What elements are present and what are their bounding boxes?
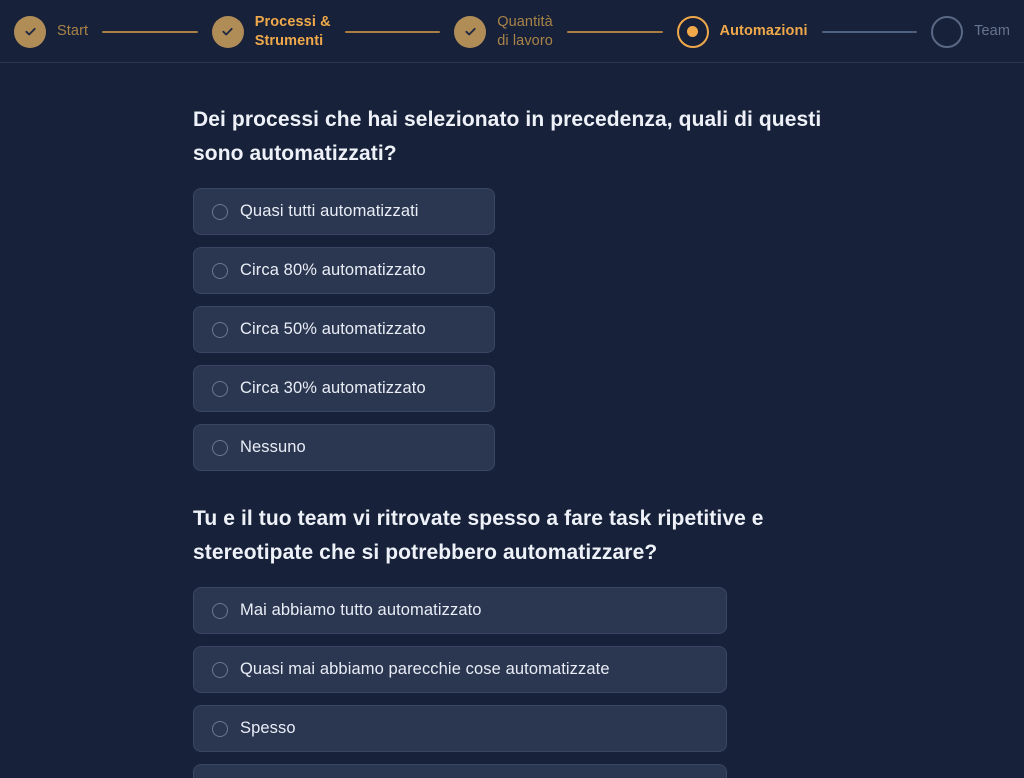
option-label: Mai abbiamo tutto automatizzato [240, 601, 482, 620]
stepper-connector-1 [102, 30, 198, 33]
stepper-step-team[interactable]: Team [931, 15, 1011, 48]
option-quasi-tutti-automatizzati[interactable]: Quasi tutti automatizzati [193, 188, 495, 236]
stepper-label-team: Team [974, 23, 1011, 40]
option-nessuno[interactable]: Nessuno [193, 424, 495, 472]
option-group-task-ripetitive: Mai abbiamo tutto automatizzato Quasi ma… [193, 587, 984, 778]
stepper-label-automazioni: Automazioni [719, 23, 808, 40]
check-icon [14, 15, 46, 48]
option-group-automazione-processi: Quasi tutti automatizzati Circa 80% auto… [193, 188, 984, 472]
check-icon [454, 15, 487, 48]
progress-stepper: Start Processi & Strumenti Quantità di l… [0, 0, 1024, 63]
option-circa-50-automatizzato[interactable]: Circa 50% automatizzato [193, 306, 495, 354]
option-label: Spesso [240, 719, 296, 738]
stepper-step-start[interactable]: Start [14, 15, 89, 48]
radio-icon[interactable] [212, 380, 228, 397]
radio-icon[interactable] [212, 262, 228, 279]
check-icon [211, 15, 244, 48]
option-quasi-mai-abbiamo-parecchie-cose-automatizzate[interactable]: Quasi mai abbiamo parecchie cose automat… [193, 646, 727, 694]
dot-icon [676, 15, 709, 48]
stepper-connector-4 [821, 30, 918, 33]
stepper-label-start: Start [57, 23, 89, 40]
question-title: Dei processi che hai selezionato in prec… [193, 108, 822, 166]
stepper-connector-2 [344, 30, 441, 33]
stepper-connector-3 [566, 30, 663, 33]
question-block-automazione-processi: Dei processi che hai selezionato in prec… [193, 103, 984, 472]
stepper-label-processi-strumenti: Processi & Strumenti [254, 13, 331, 49]
option-label: Quasi tutti automatizzati [240, 202, 419, 221]
option-label: Circa 30% automatizzato [240, 379, 426, 398]
radio-icon[interactable] [212, 661, 228, 678]
current-step-dot [687, 26, 698, 37]
option-partially-visible[interactable] [193, 764, 727, 778]
radio-icon[interactable] [212, 203, 228, 220]
option-label: Circa 50% automatizzato [240, 320, 426, 339]
radio-icon[interactable] [212, 439, 228, 456]
option-spesso[interactable]: Spesso [193, 705, 727, 753]
question-title: Tu e il tuo team vi ritrovate spesso a f… [193, 507, 764, 565]
option-label: Quasi mai abbiamo parecchie cose automat… [240, 660, 610, 679]
option-circa-30-automatizzato[interactable]: Circa 30% automatizzato [193, 365, 495, 413]
radio-icon[interactable] [212, 321, 228, 338]
question-block-task-ripetitive: Tu e il tuo team vi ritrovate spesso a f… [193, 502, 984, 778]
survey-content: Dei processi che hai selezionato in prec… [0, 63, 1024, 778]
stepper-step-processi-strumenti[interactable]: Processi & Strumenti [211, 13, 331, 50]
radio-icon[interactable] [212, 720, 228, 737]
empty-circle-icon [931, 15, 964, 48]
stepper-step-quantita-di-lavoro[interactable]: Quantità di lavoro [454, 13, 553, 50]
option-mai-abbiamo-tutto-automatizzato[interactable]: Mai abbiamo tutto automatizzato [193, 587, 727, 635]
radio-icon[interactable] [212, 602, 228, 619]
option-label: Circa 80% automatizzato [240, 261, 426, 280]
option-label: Nessuno [240, 438, 306, 457]
option-circa-80-automatizzato[interactable]: Circa 80% automatizzato [193, 247, 495, 295]
stepper-step-automazioni[interactable]: Automazioni [676, 15, 808, 48]
stepper-label-quantita-di-lavoro: Quantità di lavoro [497, 13, 553, 49]
